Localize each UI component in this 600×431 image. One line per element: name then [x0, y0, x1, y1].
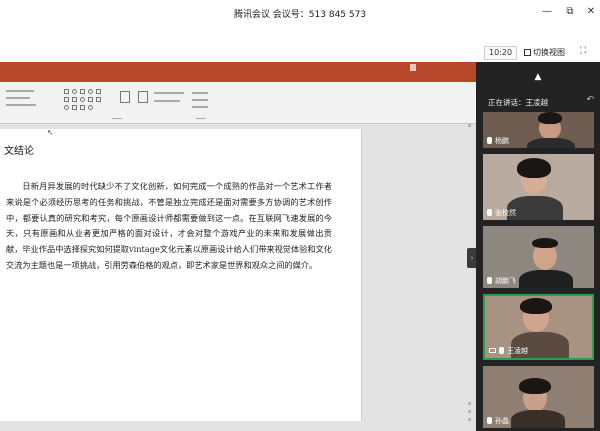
video-tile-active[interactable]: 王凌越 [483, 294, 594, 360]
ppt-ribbon-tabs [0, 74, 476, 82]
ppt-user-avatar [410, 64, 416, 71]
participant-name: 孙晶 [487, 416, 509, 426]
microphone-icon [487, 277, 492, 284]
fullscreen-icon[interactable]: ⛶ [580, 46, 586, 56]
screen-share-icon [489, 348, 496, 353]
meeting-toolbar: 10:20 切换视图 ⛶ [0, 44, 600, 62]
participant-name: 王凌越 [489, 346, 528, 356]
close-icon[interactable]: ✕ [584, 6, 598, 17]
slide-canvas[interactable]: 文结论 日新月异发展的时代缺少不了文化创新，如何完成一个成熟的作品对一个艺术工作… [0, 129, 362, 421]
minimize-icon[interactable]: — [540, 6, 554, 17]
microphone-icon [487, 417, 492, 424]
speaking-label: 正在讲话：王凌越 [488, 98, 548, 107]
maximize-icon[interactable]: ⧉ [563, 6, 577, 17]
ppt-ribbon [0, 82, 476, 124]
slide-paragraph: 日新月异发展的时代缺少不了文化创新，如何完成一个成熟的作品对一个艺术工作者来说是… [6, 181, 332, 270]
switch-view-button[interactable]: 切换视图 [524, 46, 565, 60]
ppt-workspace: 文结论 日新月异发展的时代缺少不了文化创新，如何完成一个成熟的作品对一个艺术工作… [0, 124, 476, 431]
microphone-icon [487, 209, 492, 216]
speaking-indicator: 正在讲话：王凌越 ↶ [476, 94, 600, 110]
mouse-cursor-icon: ↖ [47, 128, 54, 137]
shared-screen: 文结论 日新月异发展的时代缺少不了文化创新，如何完成一个成熟的作品对一个艺术工作… [0, 62, 476, 431]
participant-name: 张校然 [487, 208, 516, 218]
meeting-time: 10:20 [484, 46, 518, 60]
window-titlebar: 腾讯会议 会议号：513 845 573 — ⧉ ✕ [0, 0, 600, 28]
slide-heading: 文结论 [4, 146, 34, 157]
microphone-icon [487, 137, 492, 144]
participant-name: 胡鹏飞 [487, 276, 516, 286]
ppt-titlebar [0, 62, 476, 74]
back-arrow-icon[interactable]: ↶ [586, 95, 594, 105]
ppt-vertical-scrollbar[interactable] [466, 124, 474, 424]
scroll-up-icon[interactable]: ▲ [476, 72, 600, 82]
switch-view-label: 切换视图 [533, 48, 565, 57]
meeting-title: 腾讯会议 会议号：513 845 573 [233, 10, 367, 20]
microphone-icon [499, 347, 504, 354]
video-tile[interactable]: 孙晶 [483, 366, 594, 428]
video-tile[interactable]: 胡鹏飞 [483, 226, 594, 288]
participant-panel: ▲ 正在讲话：王凌越 ↶ 杨鹏 张校然 胡鹏飞 王凌越 孙晶 [476, 62, 600, 431]
video-tile[interactable]: 杨鹏 [483, 112, 594, 148]
grid-icon [524, 49, 531, 56]
video-tile[interactable]: 张校然 [483, 154, 594, 220]
participant-name: 杨鹏 [487, 136, 509, 146]
